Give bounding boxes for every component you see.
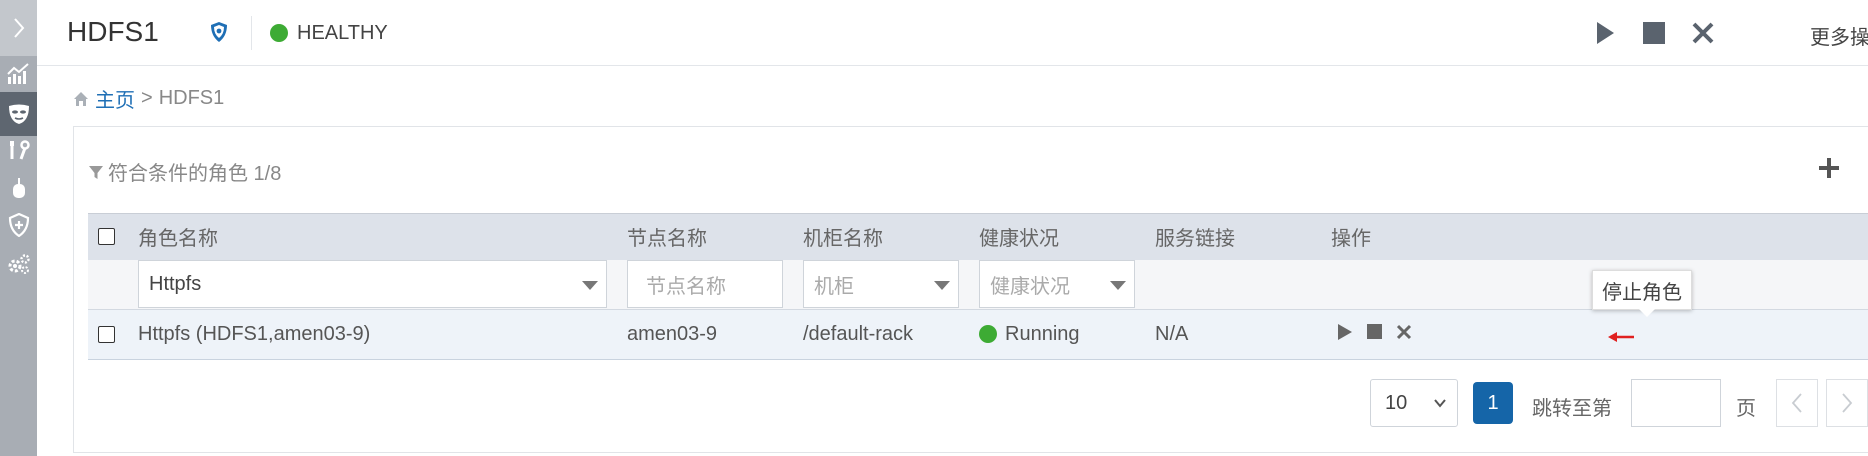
- filter-spacer: [88, 259, 138, 310]
- start-role-icon[interactable]: [1337, 323, 1353, 341]
- node-filter-cell: 节点名称: [627, 259, 803, 310]
- delete-role-icon[interactable]: [1396, 324, 1412, 340]
- table-header-row: 角色名称 节点名称 机柜名称 健康状况 服务链接 操作: [88, 213, 1868, 260]
- column-header-rack[interactable]: 机柜名称: [803, 213, 979, 260]
- delete-service-button[interactable]: [1688, 18, 1718, 48]
- prev-page-button[interactable]: [1776, 379, 1818, 427]
- play-icon: [1597, 22, 1614, 44]
- health-filter-cell: 健康状况: [979, 259, 1155, 310]
- row-actions-cell: [1331, 309, 1868, 360]
- breadcrumb: 主页 > HDFS1: [73, 84, 224, 113]
- column-header-actions: 操作: [1331, 213, 1868, 260]
- node-name-cell[interactable]: amen03-9: [627, 309, 803, 360]
- start-service-button[interactable]: [1590, 18, 1620, 48]
- filter-icon: [89, 165, 103, 179]
- page-size-select[interactable]: 10: [1370, 379, 1458, 427]
- close-icon: [1692, 22, 1714, 44]
- annotation-arrow-icon: [1608, 332, 1634, 342]
- home-icon: [74, 91, 88, 106]
- chevron-down-icon: [1434, 399, 1446, 408]
- add-role-button[interactable]: [1814, 153, 1844, 183]
- role-filter-cell: Httpfs: [138, 259, 627, 310]
- more-actions-menu[interactable]: 更多操作 ▼: [1810, 21, 1868, 50]
- row-select-cell: [88, 309, 138, 360]
- chart-icon: [6, 63, 29, 84]
- role-filter-select[interactable]: Httpfs: [138, 260, 607, 309]
- page-size-value: 10: [1385, 391, 1408, 414]
- filter-summary: 符合条件的角色 1/8: [88, 157, 281, 186]
- chevron-down-icon: [1110, 281, 1126, 291]
- breadcrumb-separator: >: [141, 87, 153, 109]
- gears-icon: [8, 254, 30, 274]
- health-cell: Running: [979, 309, 1155, 360]
- chevron-down-icon: [582, 281, 598, 291]
- breadcrumb-home-link[interactable]: 主页: [95, 84, 135, 113]
- sidebar-item-settings[interactable]: [0, 242, 37, 286]
- mask-icon: [8, 104, 29, 124]
- jump-to-label: 跳转至第: [1532, 398, 1612, 420]
- rack-filter-placeholder: 机柜: [814, 275, 854, 298]
- header-bar: HDFS1 HEALTHY 更多操作 ▼: [37, 0, 1868, 66]
- mouse-icon: [12, 178, 25, 198]
- role-filter-value: Httpfs: [149, 272, 202, 295]
- health-filter-select[interactable]: 健康状况: [979, 260, 1135, 309]
- stop-role-icon[interactable]: [1367, 324, 1382, 339]
- rack-filter-cell: 机柜: [803, 259, 979, 310]
- breadcrumb-current: HDFS1: [158, 87, 225, 109]
- running-status-dot: [979, 325, 997, 343]
- chevron-right-icon: [1842, 393, 1853, 413]
- sidebar-item-dashboard[interactable]: [0, 52, 37, 96]
- column-header-link[interactable]: 服务链接: [1155, 213, 1331, 260]
- row-checkbox[interactable]: [98, 326, 115, 343]
- tools-icon: [9, 140, 30, 160]
- page-button-current[interactable]: 1: [1473, 382, 1513, 424]
- link-filter-cell: [1155, 259, 1331, 310]
- sidebar-toggle[interactable]: [0, 0, 37, 56]
- stop-role-tooltip: 停止角色: [1592, 270, 1692, 317]
- next-page-button[interactable]: [1826, 379, 1868, 427]
- chevron-left-icon: [1791, 393, 1802, 413]
- plus-icon: [1819, 158, 1839, 178]
- table-row[interactable]: Httpfs (HDFS1,amen03-9) amen03-9 /defaul…: [88, 309, 1868, 360]
- column-header-node[interactable]: 节点名称: [627, 213, 803, 260]
- select-all-cell: [88, 213, 138, 260]
- health-status-dot: [270, 24, 288, 42]
- rack-filter-select[interactable]: 机柜: [803, 260, 959, 309]
- select-all-checkbox[interactable]: [98, 228, 115, 246]
- header-divider: [251, 16, 252, 50]
- shield-plus-icon: [8, 213, 29, 237]
- page-suffix-label: 页: [1736, 398, 1756, 420]
- column-header-role[interactable]: 角色名称: [138, 213, 627, 260]
- filter-summary-text: 符合条件的角色 1/8: [108, 163, 282, 185]
- stop-icon: [1643, 22, 1665, 44]
- column-header-health[interactable]: 健康状况: [979, 213, 1155, 260]
- service-title: HDFS1: [67, 16, 159, 47]
- rack-name-cell: /default-rack: [803, 309, 979, 360]
- sidebar: [0, 0, 37, 456]
- role-name-cell[interactable]: Httpfs (HDFS1,amen03-9): [138, 309, 627, 360]
- chevron-down-icon: [934, 281, 950, 291]
- shield-badge-icon: [209, 21, 229, 48]
- health-status-text: HEALTHY: [297, 22, 388, 44]
- node-filter-input[interactable]: 节点名称: [627, 260, 783, 309]
- chevron-right-icon: [13, 18, 24, 38]
- sidebar-item-security[interactable]: [0, 203, 37, 247]
- health-status-label: Running: [1005, 323, 1080, 345]
- stop-service-button[interactable]: [1639, 18, 1669, 48]
- jump-to-page-input[interactable]: [1631, 379, 1721, 427]
- service-link-cell: N/A: [1155, 309, 1331, 360]
- health-filter-placeholder: 健康状况: [990, 275, 1070, 298]
